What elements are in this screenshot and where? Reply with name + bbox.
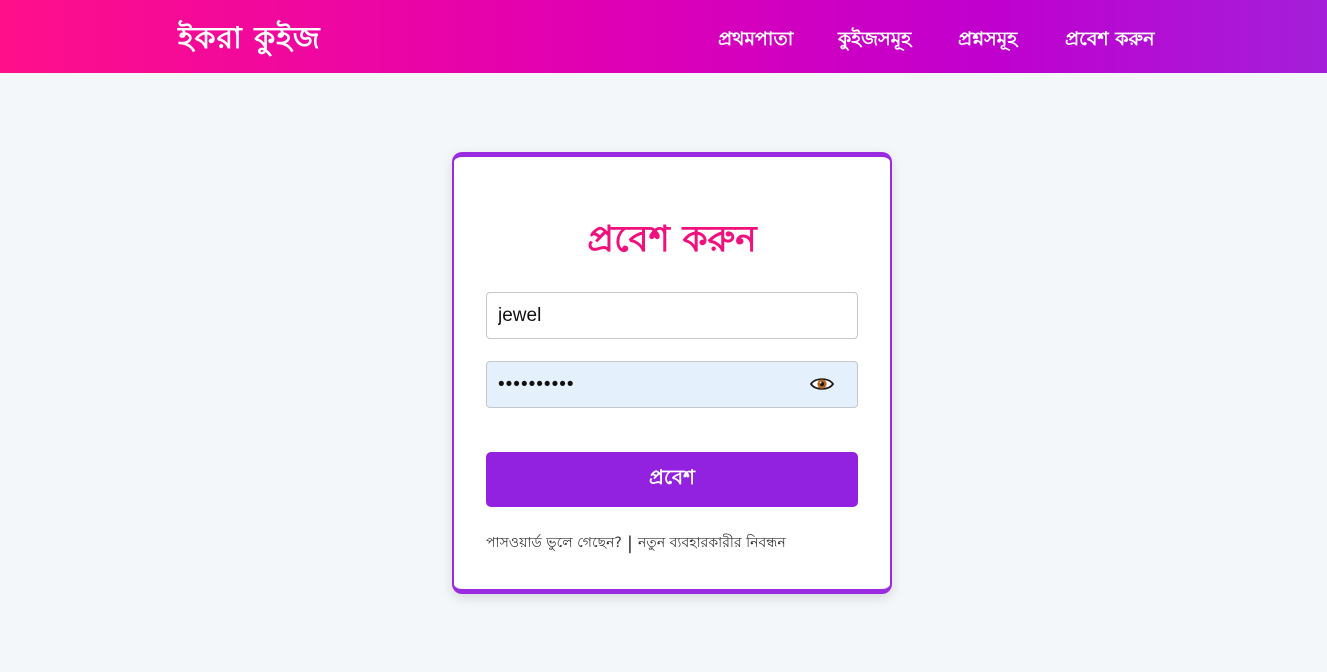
register-link[interactable]: নতুন ব্যবহারকারীর নিবন্ধন bbox=[638, 535, 786, 551]
link-separator: | bbox=[626, 533, 633, 554]
nav-quizzes[interactable]: কুইজসমূহ bbox=[838, 25, 911, 57]
forgot-password-link[interactable]: পাসওয়ার্ড ভুলে গেছেন? bbox=[486, 535, 622, 551]
nav-questions[interactable]: প্রশ্নসমূহ bbox=[958, 25, 1017, 57]
auth-links: পাসওয়ার্ড ভুলে গেছেন? | নতুন ব্যবহারকারীর… bbox=[486, 531, 866, 555]
nav-home[interactable]: প্রথমপাতা bbox=[718, 25, 793, 57]
login-submit-button[interactable]: প্রবেশ bbox=[486, 452, 858, 507]
nav-links: প্রথমপাতা কুইজসমূহ প্রশ্নসমূহ প্রবেশ করু… bbox=[0, 0, 1327, 73]
login-card: প্রবেশ করুন প্রবেশ পাসওয়ার্ড ভুলে গেছেন… bbox=[452, 152, 892, 594]
nav-login[interactable]: প্রবেশ করুন bbox=[1065, 25, 1154, 57]
password-input[interactable] bbox=[486, 361, 858, 408]
login-title: প্রবেশ করুন bbox=[587, 218, 757, 260]
top-navbar: ইকরা কুইজ প্রথমপাতা কুইজসমূহ প্রশ্নসমূহ … bbox=[0, 0, 1327, 73]
username-input[interactable] bbox=[486, 292, 858, 339]
eye-icon[interactable] bbox=[807, 371, 837, 397]
